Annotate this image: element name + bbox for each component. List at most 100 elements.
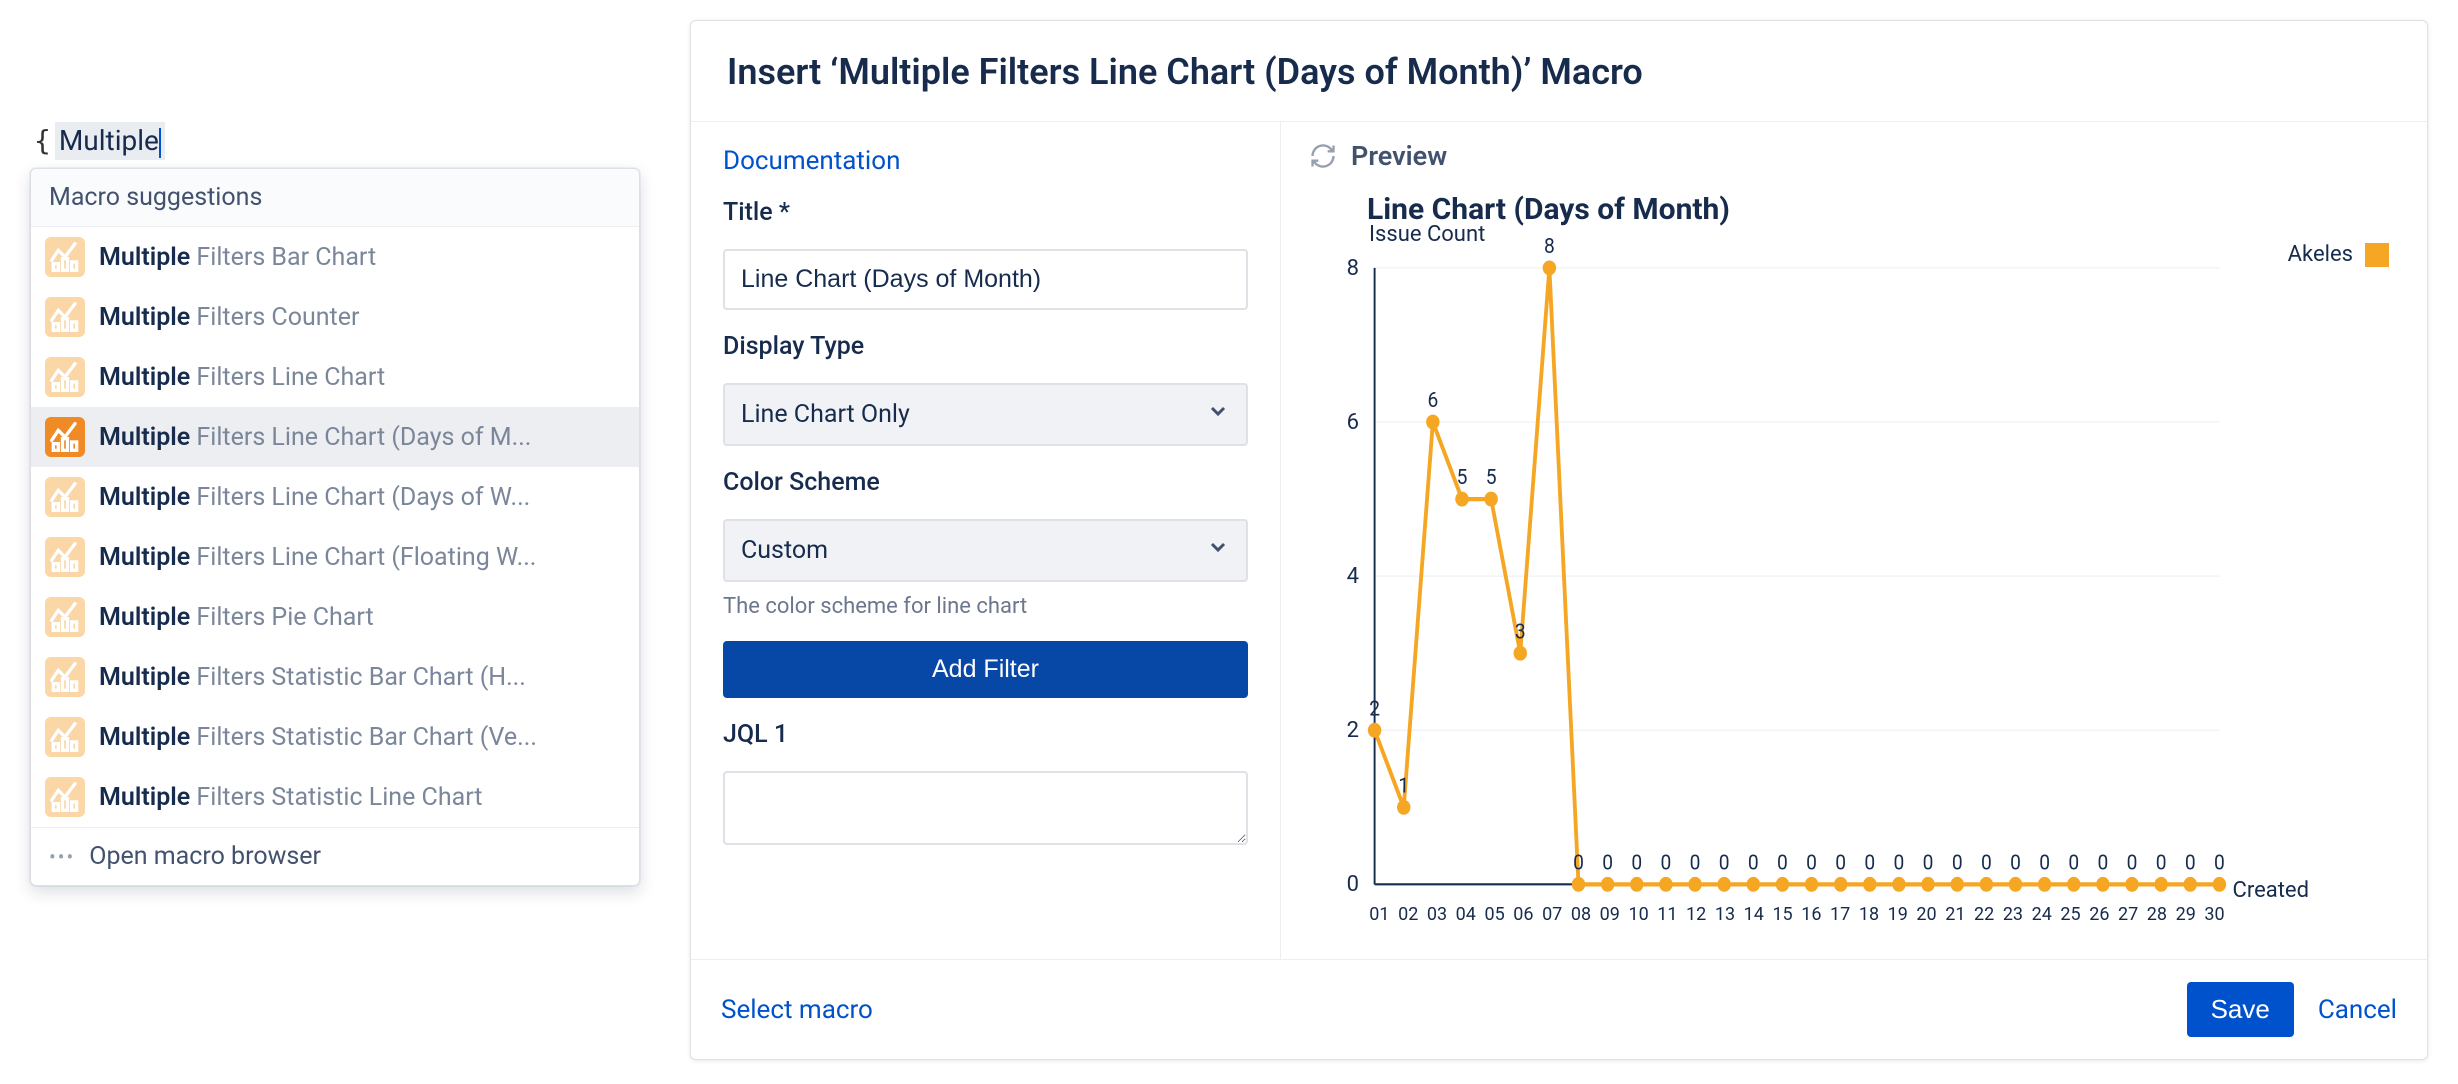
preview-panel: Preview Line Chart (Days of Month) Akele…: [1281, 122, 2427, 959]
chart-icon: [45, 477, 85, 517]
macro-suggestion-item[interactable]: Multiple Filters Line Chart (Days of M..…: [31, 407, 639, 467]
x-tick-label: 13: [1711, 904, 1740, 925]
macro-suggestion-label: Multiple Filters Bar Chart: [99, 243, 376, 272]
x-tick-label: 04: [1451, 904, 1480, 925]
svg-text:0: 0: [2156, 850, 2167, 875]
svg-text:3: 3: [1515, 618, 1526, 643]
macro-suggestion-label: Multiple Filters Counter: [99, 303, 359, 332]
add-filter-button[interactable]: Add Filter: [723, 641, 1248, 698]
ellipsis-icon: •••: [49, 845, 75, 869]
modal-title: Insert ‘Multiple Filters Line Chart (Day…: [691, 21, 2427, 122]
macro-suggestion-label: Multiple Filters Line Chart: [99, 363, 385, 392]
jql1-label: JQL 1: [723, 720, 1248, 749]
x-tick-label: 05: [1480, 904, 1509, 925]
x-tick-label: 07: [1538, 904, 1567, 925]
macro-suggestion-item[interactable]: Multiple Filters Line Chart (Floating W.…: [31, 527, 639, 587]
x-tick-label: 02: [1394, 904, 1423, 925]
svg-text:6: 6: [1427, 387, 1438, 412]
macro-suggestion-item[interactable]: Multiple Filters Line Chart (Days of W..…: [31, 467, 639, 527]
svg-text:0: 0: [1602, 850, 1613, 875]
macro-suggestions-dropdown: Macro suggestions Multiple Filters Bar C…: [30, 168, 640, 886]
y-tick-label: 0: [1309, 872, 1359, 897]
chevron-down-icon: [1206, 535, 1230, 566]
chart-icon: [45, 777, 85, 817]
chart-icon: [45, 417, 85, 457]
brace-open-icon: {: [34, 124, 51, 157]
x-tick-label: 30: [2200, 904, 2229, 925]
y-tick-label: 2: [1309, 718, 1359, 743]
svg-text:0: 0: [1719, 850, 1730, 875]
svg-text:0: 0: [2127, 850, 2138, 875]
x-tick-labels: 0102030405060708091011121314151617181920…: [1365, 904, 2229, 925]
x-tick-label: 21: [1941, 904, 1970, 925]
open-macro-browser-link[interactable]: ••• Open macro browser: [31, 827, 639, 885]
x-tick-label: 23: [1999, 904, 2028, 925]
display-type-select[interactable]: Line Chart Only: [723, 383, 1248, 446]
macro-config-modal: Insert ‘Multiple Filters Line Chart (Day…: [690, 20, 2428, 1060]
svg-text:0: 0: [2214, 850, 2225, 875]
svg-text:0: 0: [1806, 850, 1817, 875]
macro-suggestion-item[interactable]: Multiple Filters Line Chart: [31, 347, 639, 407]
chart-icon: [45, 717, 85, 757]
macro-suggestion-item[interactable]: Multiple Filters Statistic Bar Chart (H.…: [31, 647, 639, 707]
color-scheme-select[interactable]: Custom: [723, 519, 1248, 582]
color-scheme-help: The color scheme for line chart: [723, 594, 1248, 619]
svg-text:0: 0: [2068, 850, 2079, 875]
select-macro-link[interactable]: Select macro: [721, 995, 873, 1025]
svg-text:0: 0: [1748, 850, 1759, 875]
text-caret: [159, 128, 161, 158]
cancel-button[interactable]: Cancel: [2318, 995, 2397, 1025]
svg-text:0: 0: [1923, 850, 1934, 875]
svg-text:0: 0: [1894, 850, 1905, 875]
macro-trigger-input[interactable]: { Multiple: [30, 120, 169, 162]
chart-legend: Akeles: [2288, 242, 2389, 267]
modal-footer: Select macro Save Cancel: [691, 959, 2427, 1059]
svg-text:5: 5: [1486, 464, 1497, 489]
display-type-value: Line Chart Only: [741, 400, 910, 429]
x-tick-label: 20: [1912, 904, 1941, 925]
display-type-label: Display Type: [723, 332, 1248, 361]
svg-text:0: 0: [1864, 850, 1875, 875]
x-tick-label: 10: [1624, 904, 1653, 925]
x-tick-label: 19: [1883, 904, 1912, 925]
save-button[interactable]: Save: [2187, 982, 2294, 1037]
macro-suggestion-label: Multiple Filters Statistic Bar Chart (Ve…: [99, 723, 537, 752]
x-tick-label: 29: [2171, 904, 2200, 925]
macro-suggestion-label: Multiple Filters Line Chart (Floating W.…: [99, 543, 536, 572]
svg-text:0: 0: [1573, 850, 1584, 875]
y-tick-label: 8: [1309, 256, 1359, 281]
svg-text:0: 0: [1952, 850, 1963, 875]
macro-suggestion-item[interactable]: Multiple Filters Statistic Bar Chart (Ve…: [31, 707, 639, 767]
x-axis-label: Created: [2233, 878, 2309, 903]
svg-text:0: 0: [2185, 850, 2196, 875]
x-tick-label: 27: [2114, 904, 2143, 925]
svg-text:0: 0: [2010, 850, 2021, 875]
y-tick-label: 4: [1309, 564, 1359, 589]
documentation-link[interactable]: Documentation: [723, 146, 1248, 176]
x-tick-label: 18: [1855, 904, 1884, 925]
legend-series-label: Akeles: [2288, 242, 2353, 267]
x-tick-label: 08: [1567, 904, 1596, 925]
chart-plot: 216553800000000000000000000000: [1365, 236, 2229, 895]
chart-icon: [45, 537, 85, 577]
macro-suggestion-item[interactable]: Multiple Filters Pie Chart: [31, 587, 639, 647]
chart-icon: [45, 237, 85, 277]
editor-column: { Multiple Macro suggestions Multiple Fi…: [30, 20, 650, 162]
refresh-icon[interactable]: [1309, 142, 1337, 170]
svg-text:2: 2: [1369, 695, 1380, 720]
typed-text: Multiple: [59, 124, 159, 157]
macro-suggestion-item[interactable]: Multiple Filters Statistic Line Chart: [31, 767, 639, 827]
macro-suggestion-item[interactable]: Multiple Filters Counter: [31, 287, 639, 347]
macro-suggestion-label: Multiple Filters Line Chart (Days of M..…: [99, 423, 531, 452]
svg-text:1: 1: [1398, 772, 1409, 797]
config-panel: Documentation Title * Display Type Line …: [691, 122, 1281, 959]
chart-area: Line Chart (Days of Month) Akeles 216553…: [1309, 182, 2399, 935]
title-input[interactable]: [723, 249, 1248, 310]
preview-label: Preview: [1351, 140, 1447, 172]
macro-suggestion-item[interactable]: Multiple Filters Bar Chart: [31, 227, 639, 287]
svg-text:0: 0: [2039, 850, 2050, 875]
y-tick-label: 6: [1309, 410, 1359, 435]
jql1-textarea[interactable]: [723, 771, 1248, 845]
macro-suggestion-label: Multiple Filters Statistic Line Chart: [99, 783, 482, 812]
x-tick-label: 22: [1970, 904, 1999, 925]
